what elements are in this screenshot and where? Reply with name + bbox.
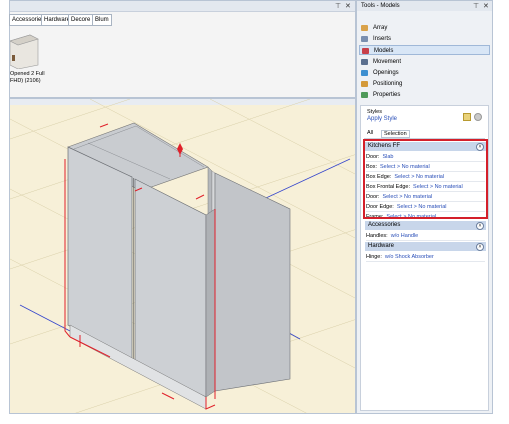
movement-icon bbox=[361, 59, 368, 65]
array-icon bbox=[361, 25, 368, 31]
tool-item-models[interactable]: Models bbox=[359, 45, 490, 55]
scene-canvas[interactable] bbox=[10, 99, 356, 414]
close-icon[interactable]: ✕ bbox=[483, 2, 489, 10]
pin-icon[interactable]: ⊤ bbox=[335, 2, 341, 10]
pin-icon[interactable]: ⊤ bbox=[473, 2, 479, 10]
section-accessories[interactable]: Accessories ˄ bbox=[365, 221, 486, 230]
collapse-icon[interactable]: ˄ bbox=[476, 243, 484, 251]
tab-selection[interactable]: Selection bbox=[381, 130, 410, 138]
tool-item-array[interactable]: Array bbox=[359, 23, 490, 33]
models-icon bbox=[362, 48, 369, 54]
height-arrow-icon[interactable] bbox=[177, 143, 183, 149]
tab-decore[interactable]: Decore bbox=[68, 14, 94, 26]
tool-item-positioning[interactable]: Positioning bbox=[359, 79, 490, 89]
new-style-icon[interactable] bbox=[463, 113, 471, 121]
openings-icon bbox=[361, 70, 368, 76]
tool-item-openings[interactable]: Openings bbox=[359, 68, 490, 78]
inserts-icon bbox=[361, 36, 368, 42]
viewport-3d[interactable] bbox=[9, 98, 356, 414]
close-icon[interactable]: ✕ bbox=[345, 2, 351, 10]
tools-panel-title: Tools - Models bbox=[357, 1, 492, 11]
prop-row-hinge: Hinge: w/o Shock Absorber bbox=[366, 252, 485, 262]
tool-item-properties[interactable]: Properties bbox=[359, 90, 490, 100]
catalog-header: ⊤ ✕ bbox=[10, 1, 355, 12]
tab-all[interactable]: All bbox=[367, 130, 373, 136]
cabinet-model[interactable] bbox=[67, 122, 291, 410]
delete-style-icon[interactable] bbox=[474, 113, 482, 121]
apply-style-link[interactable]: Apply Style bbox=[367, 116, 397, 122]
properties-icon bbox=[361, 92, 368, 98]
tool-item-movement[interactable]: Movement bbox=[359, 57, 490, 67]
tool-item-inserts[interactable]: Inserts bbox=[359, 34, 490, 44]
highlight-box bbox=[363, 139, 488, 219]
section-hardware[interactable]: Hardware ˄ bbox=[365, 242, 486, 251]
styles-label: Styles bbox=[367, 109, 382, 115]
catalog-item-label: Opened 2 Full FHD) (2106) bbox=[10, 71, 45, 84]
catalog-panel: ⊤ ✕ Accessories Hardware Decore Blum Ope… bbox=[9, 0, 356, 98]
positioning-icon bbox=[361, 81, 368, 87]
collapse-icon[interactable]: ˄ bbox=[476, 222, 484, 230]
cabinet-thumbnail[interactable] bbox=[10, 31, 40, 69]
prop-row-handles: Handles: w/o Handle bbox=[366, 231, 485, 241]
tab-blum[interactable]: Blum bbox=[92, 14, 112, 26]
